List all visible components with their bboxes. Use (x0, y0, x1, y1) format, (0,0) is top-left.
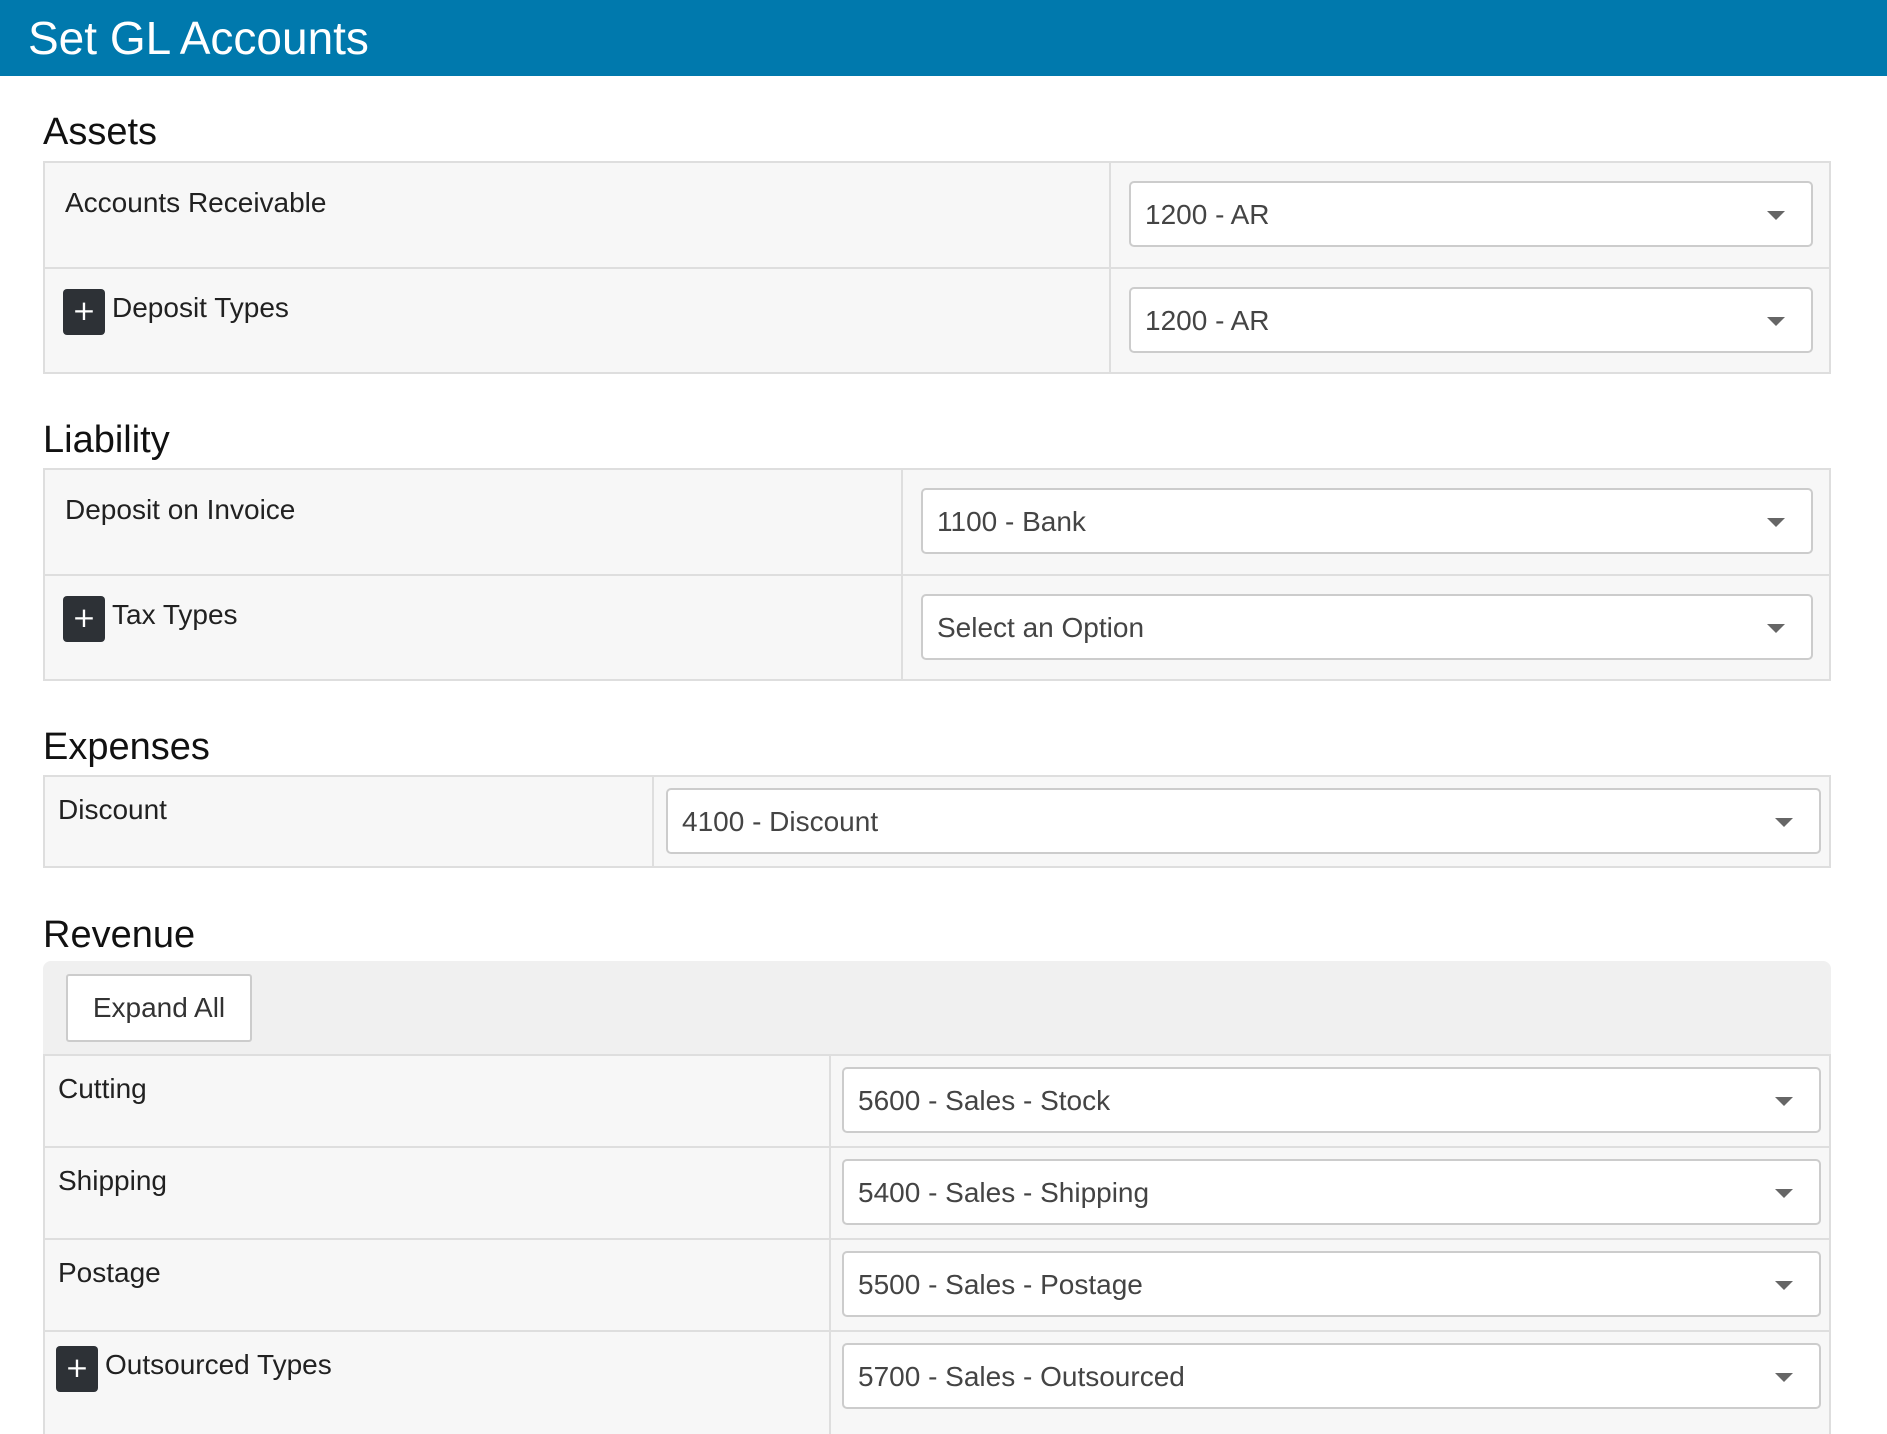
expenses-panel: Discount 4100 - Discount (43, 775, 1831, 868)
section-title-expenses: Expenses (43, 726, 210, 768)
row-label: Tax Types (112, 599, 238, 630)
chevron-down-icon (1767, 624, 1785, 633)
row-label: Postage (58, 1257, 161, 1288)
row-label: Shipping (58, 1165, 167, 1196)
chevron-down-icon (1775, 1097, 1793, 1106)
select-value: 5700 - Sales - Outsourced (858, 1361, 1185, 1392)
gl-row-deposit-types: + Deposit Types 1200 - AR (45, 269, 1829, 373)
section-title-assets: Assets (43, 111, 158, 153)
gl-row-outsourced-types: + Outsourced Types 5700 - Sales - Outsou… (45, 1332, 1829, 1424)
chevron-down-icon (1775, 1373, 1793, 1382)
gl-row-postage: Postage 5500 - Sales - Postage (45, 1240, 1829, 1330)
page-header: Set GL Accounts (0, 0, 1887, 76)
revenue-toolbar: Expand All (43, 961, 1831, 1055)
select-value: 4100 - Discount (682, 806, 879, 837)
select-value: 1200 - AR (1145, 199, 1270, 230)
gl-account-select[interactable]: 5400 - Sales - Shipping (842, 1159, 1821, 1225)
gl-account-select[interactable]: Select an Option (921, 594, 1813, 660)
liability-panel: Deposit on Invoice 1100 - Bank + Tax Typ… (43, 468, 1831, 681)
gl-account-select[interactable]: 4100 - Discount (666, 788, 1821, 854)
plus-icon[interactable]: + (56, 1346, 98, 1392)
gl-account-select[interactable]: 1200 - AR (1129, 181, 1813, 247)
select-value: 5600 - Sales - Stock (858, 1085, 1111, 1116)
gl-row-cutting: Cutting 5600 - Sales - Stock (45, 1056, 1829, 1146)
gl-account-select[interactable]: 5500 - Sales - Postage (842, 1251, 1821, 1317)
select-value: Select an Option (937, 612, 1145, 643)
page-title: Set GL Accounts (28, 12, 369, 64)
row-label: Accounts Receivable (65, 187, 327, 218)
assets-panel: Accounts Receivable 1200 - AR + Deposit … (43, 161, 1831, 374)
row-label: Deposit Types (112, 292, 289, 323)
gl-account-select[interactable]: 1100 - Bank (921, 488, 1813, 554)
select-value: 1200 - AR (1145, 305, 1270, 336)
plus-icon[interactable]: + (63, 289, 105, 335)
section-title-liability: Liability (43, 419, 170, 461)
chevron-down-icon (1767, 518, 1785, 527)
gl-account-select[interactable]: 5600 - Sales - Stock (842, 1067, 1821, 1133)
gl-account-select[interactable]: 5700 - Sales - Outsourced (842, 1343, 1821, 1409)
select-value: 5400 - Sales - Shipping (858, 1177, 1150, 1208)
row-label: Cutting (58, 1073, 147, 1104)
plus-icon[interactable]: + (63, 596, 105, 642)
select-value: 1100 - Bank (937, 506, 1086, 537)
gl-row-deposit-on-invoice: Deposit on Invoice 1100 - Bank (45, 470, 1829, 574)
gl-row-discount: Discount 4100 - Discount (45, 777, 1829, 866)
section-title-revenue: Revenue (43, 914, 196, 956)
revenue-panel: Cutting 5600 - Sales - Stock Shipping 54… (43, 1054, 1831, 1434)
row-label: Outsourced Types (105, 1349, 332, 1380)
chevron-down-icon (1775, 1189, 1793, 1198)
row-label: Discount (58, 794, 167, 825)
expand-all-button[interactable]: Expand All (66, 974, 252, 1042)
gl-row-accounts-receivable: Accounts Receivable 1200 - AR (45, 163, 1829, 267)
chevron-down-icon (1775, 818, 1793, 827)
chevron-down-icon (1767, 317, 1785, 326)
row-label: Deposit on Invoice (65, 494, 296, 525)
select-value: 5500 - Sales - Postage (858, 1269, 1143, 1300)
gl-row-tax-types: + Tax Types Select an Option (45, 576, 1829, 680)
chevron-down-icon (1767, 211, 1785, 220)
gl-account-select[interactable]: 1200 - AR (1129, 287, 1813, 353)
chevron-down-icon (1775, 1281, 1793, 1290)
gl-row-shipping: Shipping 5400 - Sales - Shipping (45, 1148, 1829, 1238)
